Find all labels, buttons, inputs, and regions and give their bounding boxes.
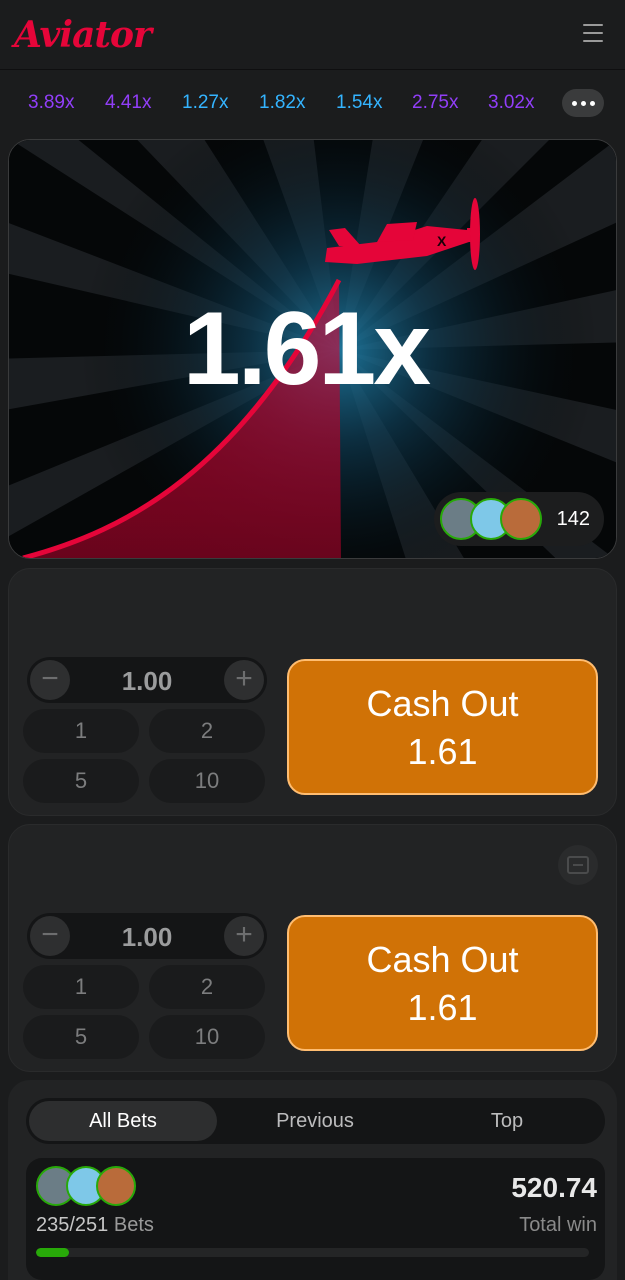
quick-amount-button[interactable]: 2 [149, 709, 265, 753]
bets-summary: 235/251 Bets 520.74 Total win [26, 1158, 605, 1280]
history-item[interactable]: 1.27x [182, 92, 228, 114]
top-bar: Aviator [0, 0, 625, 70]
cash-out-value: 1.61 [407, 987, 478, 1028]
cash-out-button[interactable]: Cash Out 1.61 [287, 659, 598, 795]
hamburger-menu-icon[interactable] [583, 24, 603, 44]
history-item[interactable]: 1.82x [259, 92, 305, 114]
avatar [500, 498, 542, 540]
bets-progress-bar [36, 1248, 589, 1257]
svg-text:X: X [437, 233, 447, 249]
total-win-value: 520.74 [511, 1172, 597, 1203]
avatar [96, 1166, 136, 1206]
bets-count: 235/251 Bets [36, 1214, 154, 1237]
increase-amount-button[interactable]: + [224, 660, 264, 700]
bets-panel: All Bets Previous Top 235/251 Bets 520.7… [8, 1080, 617, 1280]
bet-amount-stepper: − 1.00 + [27, 657, 267, 703]
history-item[interactable]: 1.54x [336, 92, 382, 114]
cash-out-button[interactable]: Cash Out 1.61 [287, 915, 598, 1051]
cash-out-label: Cash Out [366, 939, 519, 980]
quick-amount-button[interactable]: 5 [23, 759, 139, 803]
bets-progress-fill [36, 1248, 70, 1257]
tab-all-bets[interactable]: All Bets [29, 1101, 217, 1141]
current-multiplier: 1.61x [182, 291, 431, 407]
bets-ratio: 235/251 [36, 1214, 109, 1236]
quick-amount-button[interactable]: 10 [149, 759, 265, 803]
bet-panel-2: − 1.00 + 1 2 5 10 Cash Out 1.61 [8, 824, 617, 1072]
cash-out-value: 1.61 [407, 731, 478, 772]
players-indicator: 142 [434, 492, 604, 546]
app-logo: Aviator [14, 14, 152, 56]
bets-tabs: All Bets Previous Top [26, 1098, 605, 1144]
multiplier-history: 3.89x 4.41x 1.27x 1.82x 1.54x 2.75x 3.02… [0, 70, 625, 136]
ellipsis-icon[interactable] [562, 89, 604, 117]
quick-amount-button[interactable]: 5 [23, 1015, 139, 1059]
avatar-group [36, 1166, 146, 1210]
bet-panel-1: − 1.00 + 1 2 5 10 Cash Out 1.61 [8, 568, 617, 816]
players-count: 142 [556, 508, 590, 530]
history-item[interactable]: 4.41x [105, 92, 151, 114]
quick-amount-button[interactable]: 10 [149, 1015, 265, 1059]
tab-previous[interactable]: Previous [221, 1101, 409, 1141]
history-item[interactable]: 3.89x [28, 92, 74, 114]
minus-square-icon[interactable] [558, 845, 598, 885]
history-item[interactable]: 3.02x [488, 92, 534, 114]
game-canvas: X 1.61x 142 [8, 139, 617, 559]
increase-amount-button[interactable]: + [224, 916, 264, 956]
total-win-label: Total win [519, 1214, 597, 1236]
bet-amount-stepper: − 1.00 + [27, 913, 267, 959]
quick-amount-button[interactable]: 1 [23, 709, 139, 753]
quick-amount-button[interactable]: 2 [149, 965, 265, 1009]
bets-label: Bets [113, 1214, 154, 1236]
quick-amount-button[interactable]: 1 [23, 965, 139, 1009]
tab-top[interactable]: Top [413, 1101, 601, 1141]
cash-out-label: Cash Out [366, 683, 519, 724]
history-item[interactable]: 2.75x [412, 92, 458, 114]
